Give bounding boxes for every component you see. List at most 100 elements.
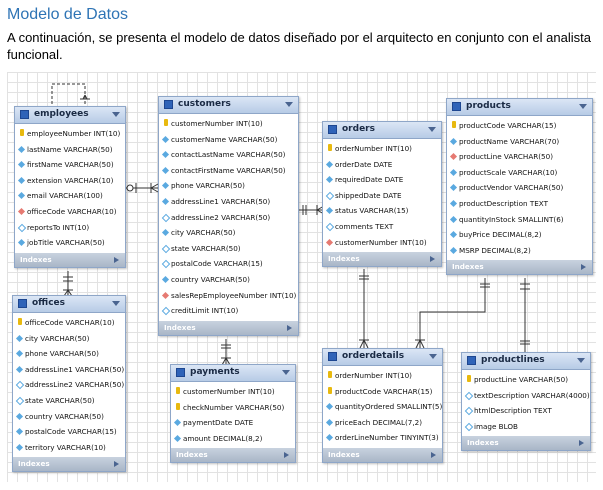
column-row[interactable]: phone VARCHAR(50) (13, 346, 125, 362)
column-row[interactable]: creditLimit INT(10) (159, 303, 298, 319)
column-row[interactable]: orderDate DATE (323, 157, 441, 173)
indexes-footer[interactable]: Indexes (323, 447, 442, 462)
column-row[interactable]: postalCode VARCHAR(15) (13, 424, 125, 440)
column-row[interactable]: requiredDate DATE (323, 172, 441, 188)
indexes-footer[interactable]: Indexes (462, 436, 590, 451)
column-row[interactable]: addressLine1 VARCHAR(50) (159, 194, 298, 210)
column-row[interactable]: firstName VARCHAR(50) (15, 157, 125, 173)
column-row[interactable]: checkNumber VARCHAR(50) (171, 400, 295, 416)
products-table[interactable]: products productCode VARCHAR(15) productNa… (446, 98, 593, 276)
expand-arrow-icon[interactable] (430, 256, 435, 263)
column-row[interactable]: comments TEXT (323, 219, 441, 235)
column-row[interactable]: htmlDescription TEXT (462, 403, 590, 419)
expand-arrow-icon[interactable] (581, 264, 586, 271)
payments-table[interactable]: payments customerNumber INT(10) checkNumbe… (170, 364, 296, 464)
collapse-arrow-icon[interactable] (112, 301, 120, 306)
column-row[interactable]: quantityOrdered SMALLINT(5) (323, 399, 442, 415)
column-row[interactable]: officeCode VARCHAR(10) (13, 315, 125, 331)
column-row[interactable]: extension VARCHAR(10) (15, 173, 125, 189)
indexes-footer[interactable]: Indexes (13, 457, 125, 472)
column-row[interactable]: reportsTo INT(10) (15, 220, 125, 236)
customers-table-header[interactable]: customers (159, 97, 298, 114)
column-row[interactable]: productScale VARCHAR(10) (447, 165, 592, 181)
column-row[interactable]: productDescription TEXT (447, 196, 592, 212)
indexes-footer[interactable]: Indexes (171, 448, 295, 463)
column-row[interactable]: officeCode VARCHAR(10) (15, 204, 125, 220)
indexes-footer[interactable]: Indexes (159, 320, 298, 335)
productlines-table-header[interactable]: productlines (462, 353, 590, 370)
offices-table[interactable]: offices officeCode VARCHAR(10) city VARCHA… (12, 295, 126, 473)
column-row[interactable]: productLine VARCHAR(50) (462, 372, 590, 388)
column-row[interactable]: addressLine2 VARCHAR(50) (159, 210, 298, 226)
collapse-arrow-icon[interactable] (282, 370, 290, 375)
column-row[interactable]: productLine VARCHAR(50) (447, 149, 592, 165)
column-row[interactable]: addressLine1 VARCHAR(50) (13, 362, 125, 378)
orderdetails-table[interactable]: orderdetails orderNumber INT(10) productCo… (322, 348, 443, 463)
column-row[interactable]: textDescription VARCHAR(4000) (462, 388, 590, 404)
column-row[interactable]: priceEach DECIMAL(7,2) (323, 415, 442, 431)
orders-table[interactable]: orders orderNumber INT(10) orderDate DATE r… (322, 121, 442, 268)
column-row[interactable]: customerNumber INT(10) (323, 235, 441, 251)
column-row[interactable]: image BLOB (462, 419, 590, 435)
column-row[interactable]: customerName VARCHAR(50) (159, 132, 298, 148)
column-row[interactable]: addressLine2 VARCHAR(50) (13, 377, 125, 393)
collapse-arrow-icon[interactable] (112, 112, 120, 117)
collapse-arrow-icon[interactable] (577, 358, 585, 363)
column-row[interactable]: paymentDate DATE (171, 415, 295, 431)
column-row[interactable]: MSRP DECIMAL(8,2) (447, 243, 592, 259)
expand-arrow-icon[interactable] (579, 440, 584, 447)
indexes-footer[interactable]: Indexes (447, 260, 592, 275)
employees-table[interactable]: employees employeeNumber INT(10) lastName … (14, 106, 126, 268)
column-row[interactable]: city VARCHAR(50) (159, 225, 298, 241)
employees-table-header[interactable]: employees (15, 107, 125, 124)
column-row[interactable]: orderNumber INT(10) (323, 141, 441, 157)
column-row[interactable]: territory VARCHAR(10) (13, 440, 125, 456)
column-row[interactable]: state VARCHAR(50) (13, 393, 125, 409)
expand-arrow-icon[interactable] (431, 451, 436, 458)
column-row[interactable]: salesRepEmployeeNumber INT(10) (159, 288, 298, 304)
column-row[interactable]: status VARCHAR(15) (323, 203, 441, 219)
expand-arrow-icon[interactable] (114, 256, 119, 263)
column-row[interactable]: employeeNumber INT(10) (15, 126, 125, 142)
collapse-arrow-icon[interactable] (429, 354, 437, 359)
orderdetails-table-header[interactable]: orderdetails (323, 349, 442, 366)
column-row[interactable]: email VARCHAR(100) (15, 188, 125, 204)
column-row[interactable]: state VARCHAR(50) (159, 241, 298, 257)
indexes-footer[interactable]: Indexes (15, 252, 125, 267)
column-row[interactable]: productCode VARCHAR(15) (323, 384, 442, 400)
expand-arrow-icon[interactable] (114, 461, 119, 468)
column-row[interactable]: country VARCHAR(50) (159, 272, 298, 288)
collapse-arrow-icon[interactable] (428, 127, 436, 132)
expand-arrow-icon[interactable] (287, 324, 292, 331)
productlines-table[interactable]: productlines productLine VARCHAR(50) textD… (461, 352, 591, 452)
column-row[interactable]: jobTitle VARCHAR(50) (15, 235, 125, 251)
collapse-arrow-icon[interactable] (579, 104, 587, 109)
column-row[interactable]: productName VARCHAR(70) (447, 134, 592, 150)
column-row[interactable]: amount DECIMAL(8,2) (171, 431, 295, 447)
column-label: orderDate DATE (335, 159, 393, 169)
column-row[interactable]: productVendor VARCHAR(50) (447, 180, 592, 196)
customers-table[interactable]: customers customerNumber INT(10) customerN… (158, 96, 299, 336)
orders-table-header[interactable]: orders (323, 122, 441, 139)
column-row[interactable]: buyPrice DECIMAL(8,2) (447, 227, 592, 243)
column-row[interactable]: productCode VARCHAR(15) (447, 118, 592, 134)
column-row[interactable]: lastName VARCHAR(50) (15, 142, 125, 158)
indexes-footer[interactable]: Indexes (323, 252, 441, 267)
payments-table-header[interactable]: payments (171, 365, 295, 382)
column-row[interactable]: orderNumber INT(10) (323, 368, 442, 384)
offices-table-header[interactable]: offices (13, 296, 125, 313)
column-row[interactable]: customerNumber INT(10) (159, 116, 298, 132)
column-row[interactable]: contactFirstName VARCHAR(50) (159, 163, 298, 179)
column-row[interactable]: quantityInStock SMALLINT(6) (447, 212, 592, 228)
column-row[interactable]: contactLastName VARCHAR(50) (159, 147, 298, 163)
column-row[interactable]: shippedDate DATE (323, 188, 441, 204)
collapse-arrow-icon[interactable] (285, 102, 293, 107)
column-row[interactable]: customerNumber INT(10) (171, 384, 295, 400)
column-row[interactable]: country VARCHAR(50) (13, 409, 125, 425)
column-row[interactable]: phone VARCHAR(50) (159, 178, 298, 194)
column-row[interactable]: city VARCHAR(50) (13, 331, 125, 347)
column-row[interactable]: orderLineNumber TINYINT(3) (323, 430, 442, 446)
products-table-header[interactable]: products (447, 99, 592, 116)
column-row[interactable]: postalCode VARCHAR(15) (159, 256, 298, 272)
expand-arrow-icon[interactable] (284, 452, 289, 459)
